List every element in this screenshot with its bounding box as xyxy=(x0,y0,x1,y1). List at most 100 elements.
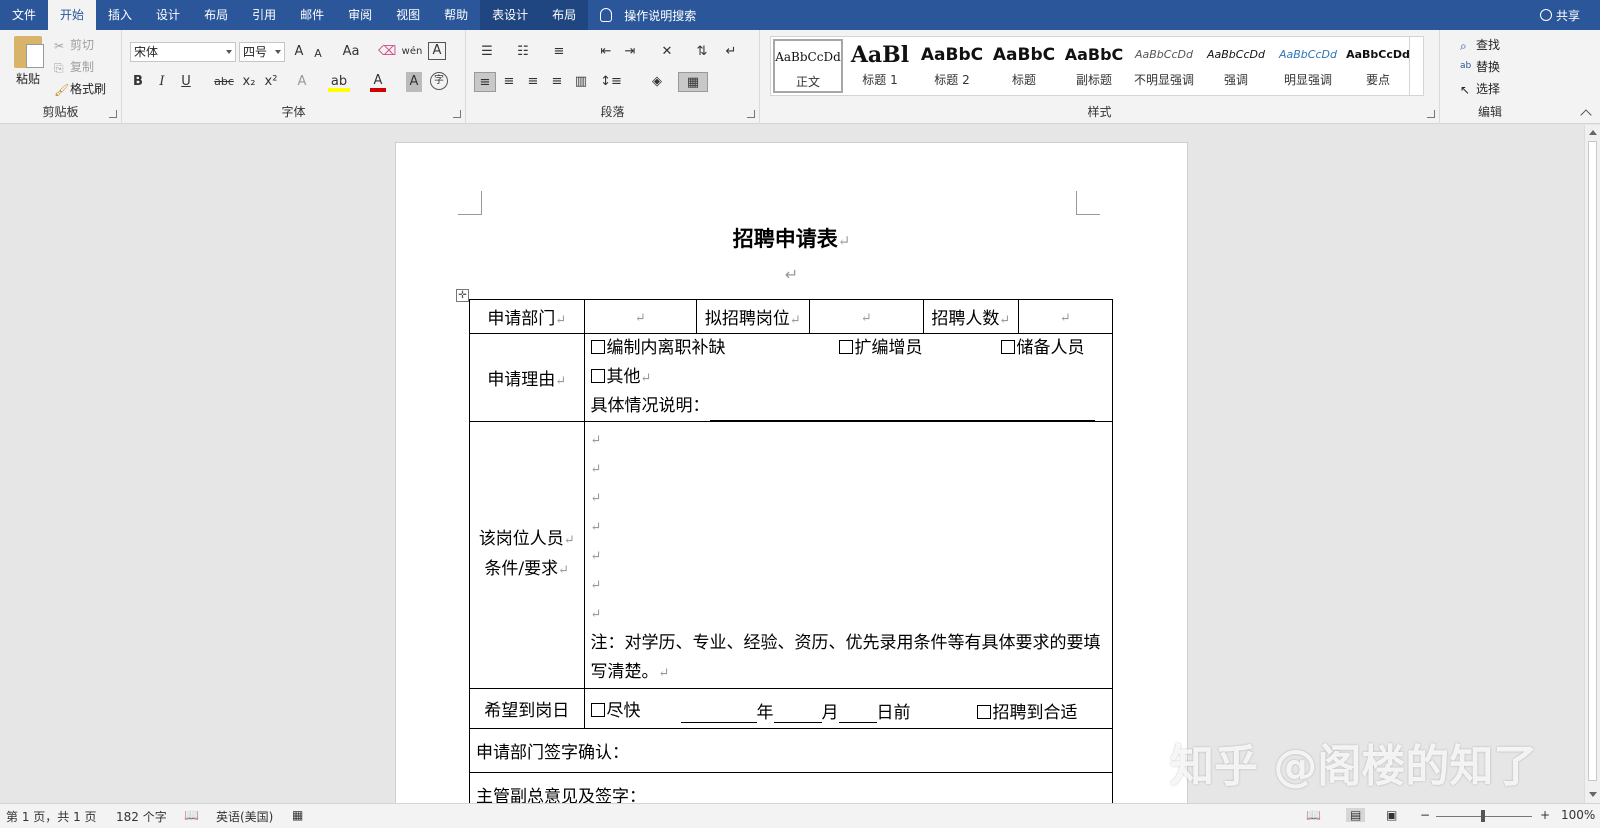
clear-format-icon[interactable]: ⌫ xyxy=(378,42,396,62)
zoom-in-icon[interactable]: + xyxy=(1540,808,1550,822)
justify-icon[interactable]: ≡ xyxy=(546,72,568,92)
borders-icon[interactable]: ▦ xyxy=(678,72,708,92)
scroll-down-icon[interactable] xyxy=(1589,792,1597,797)
font-name-select[interactable]: 宋体 xyxy=(130,42,236,62)
share-button[interactable]: 共享 xyxy=(1539,0,1580,30)
tab-view[interactable]: 视图 xyxy=(384,0,432,30)
dialog-launcher-icon[interactable] xyxy=(1427,110,1435,118)
table-cell[interactable]: 招聘人数↵ xyxy=(923,299,1019,334)
checkbox-icon[interactable] xyxy=(590,369,605,383)
table-cell[interactable]: 希望到岗日 xyxy=(469,688,585,729)
document-area[interactable]: 招聘申请表↵ ↵ ✛ 申请部门↵ ↵ 拟招聘岗位↵ ↵ 招聘人数↵ ↵ 申请理由… xyxy=(0,125,1584,803)
line-spacing-icon[interactable]: ↕≡ xyxy=(596,72,626,92)
position-input-cell[interactable]: ↵ xyxy=(808,299,925,334)
dialog-launcher-icon[interactable] xyxy=(453,110,461,118)
replace-button[interactable]: ab 替换 xyxy=(1460,58,1500,75)
find-button[interactable]: ⌕ 查找 xyxy=(1460,36,1500,53)
day-blank[interactable] xyxy=(838,705,877,723)
tab-insert[interactable]: 插入 xyxy=(96,0,144,30)
checkbox-icon[interactable] xyxy=(838,340,853,354)
table-move-handle-icon[interactable]: ✛ xyxy=(456,289,469,302)
bullets-icon[interactable]: ☰ xyxy=(476,42,498,62)
paste-button[interactable]: 粘贴 xyxy=(8,36,48,87)
align-right-icon[interactable]: ≡ xyxy=(522,72,544,92)
checkbox-icon[interactable] xyxy=(590,703,605,717)
reason-content-cell[interactable]: 编制内离职补缺 扩编增员 储备人员 其他↵ 具体情况说明： xyxy=(583,333,1114,422)
show-marks-icon[interactable]: ↵ xyxy=(722,42,740,62)
font-color-icon[interactable]: A xyxy=(370,72,386,92)
bold-button[interactable]: B xyxy=(130,72,146,92)
style-normal[interactable]: AaBbCcDd 正文 xyxy=(773,39,843,93)
grow-font-button[interactable]: A xyxy=(290,42,308,62)
style-heading-2[interactable]: AaBbC 标题 2 xyxy=(917,39,987,93)
dialog-launcher-icon[interactable] xyxy=(109,110,117,118)
increase-indent-icon[interactable]: ⇥ xyxy=(620,42,640,62)
cut-button[interactable]: ✂ 剪切 xyxy=(54,36,94,53)
tab-layout[interactable]: 布局 xyxy=(192,0,240,30)
macro-icon[interactable]: ▦ xyxy=(292,808,303,822)
tab-home[interactable]: 开始 xyxy=(48,0,97,30)
copy-button[interactable]: ⎘ 复制 xyxy=(54,58,94,75)
select-button[interactable]: ↖ 选择 xyxy=(1460,80,1500,97)
sort-icon[interactable]: ⇅ xyxy=(692,42,712,62)
enclose-char-button[interactable]: 字 xyxy=(430,72,448,90)
style-gallery-scroll[interactable] xyxy=(1409,37,1423,95)
change-case-button[interactable]: Aa xyxy=(336,42,366,62)
proofing-icon[interactable]: 📖 xyxy=(184,808,199,822)
distributed-icon[interactable]: ▥ xyxy=(570,72,592,92)
align-center-icon[interactable]: ≡ xyxy=(498,72,520,92)
tab-file[interactable]: 文件 xyxy=(0,0,48,30)
count-input-cell[interactable]: ↵ xyxy=(1017,299,1114,334)
tab-help[interactable]: 帮助 xyxy=(432,0,480,30)
requirements-content-cell[interactable]: ↵ ↵ ↵ ↵ ↵ ↵ ↵ 注：对学历、专业、经验、资历、优先录用条件等有具体要求的要填写清… xyxy=(583,421,1114,689)
format-painter-button[interactable]: 🖌 格式刷 xyxy=(54,80,106,97)
language-indicator[interactable]: 英语(美国) xyxy=(216,808,273,825)
tab-review[interactable]: 审阅 xyxy=(336,0,384,30)
char-border-button[interactable]: A xyxy=(428,42,446,60)
style-subtle-emphasis[interactable]: AaBbCcDd 不明显强调 xyxy=(1129,39,1199,93)
style-title[interactable]: AaBbC 标题 xyxy=(989,39,1059,93)
word-count[interactable]: 182 个字 xyxy=(116,808,167,825)
vertical-scrollbar[interactable] xyxy=(1584,125,1600,803)
shrink-font-button[interactable]: A xyxy=(310,44,326,64)
subscript-button[interactable]: x₂ xyxy=(240,72,258,92)
strikethrough-button[interactable]: abc xyxy=(212,72,236,92)
table-cell[interactable]: 拟招聘岗位↵ xyxy=(696,299,810,334)
year-blank[interactable] xyxy=(680,705,757,723)
print-layout-icon[interactable]: ▤ xyxy=(1346,808,1366,822)
underline-button[interactable]: U xyxy=(178,72,194,92)
tab-references[interactable]: 引用 xyxy=(240,0,288,30)
zoom-slider-thumb[interactable] xyxy=(1481,810,1485,822)
decrease-indent-icon[interactable]: ⇤ xyxy=(596,42,616,62)
checkbox-icon[interactable] xyxy=(1000,340,1015,354)
shading-icon[interactable]: ◈ xyxy=(642,72,672,92)
tab-table-layout[interactable]: 布局 xyxy=(540,0,589,30)
dept-sign-cell[interactable]: 申请部门签字确认： xyxy=(469,728,1113,773)
page[interactable]: 招聘申请表↵ ↵ ✛ 申请部门↵ ↵ 拟招聘岗位↵ ↵ 招聘人数↵ ↵ 申请理由… xyxy=(395,142,1188,803)
chinese-layout-icon[interactable]: ✕ xyxy=(656,42,678,62)
style-strong[interactable]: AaBbCcDd 要点 xyxy=(1343,39,1413,93)
numbering-icon[interactable]: ☷ xyxy=(512,42,534,62)
checkbox-icon[interactable] xyxy=(976,705,991,719)
multilevel-list-icon[interactable]: ≡ xyxy=(548,42,570,62)
checkbox-icon[interactable] xyxy=(590,340,605,354)
supervisor-sign-cell[interactable]: 主管副总意见及签字： xyxy=(469,772,1113,803)
highlight-icon[interactable]: ab xyxy=(328,72,350,92)
zoom-out-icon[interactable]: − xyxy=(1420,808,1430,822)
dept-input-cell[interactable]: ↵ xyxy=(583,299,698,334)
recruitment-table[interactable]: 申请部门↵ ↵ 拟招聘岗位↵ ↵ 招聘人数↵ ↵ 申请理由↵ 编制内离职补缺 扩… xyxy=(469,299,1114,803)
tab-mailings[interactable]: 邮件 xyxy=(288,0,336,30)
phonetic-guide-button[interactable]: wén xyxy=(400,42,424,62)
tab-design[interactable]: 设计 xyxy=(144,0,192,30)
document-title[interactable]: 招聘申请表↵ xyxy=(396,223,1187,253)
style-heading-1[interactable]: AaBl 标题 1 xyxy=(845,39,915,93)
scrollbar-thumb[interactable] xyxy=(1588,141,1597,781)
style-intense-emphasis[interactable]: AaBbCcDd 明显强调 xyxy=(1273,39,1343,93)
collapse-ribbon-icon[interactable] xyxy=(1580,109,1592,121)
page-count[interactable]: 第 1 页，共 1 页 xyxy=(6,808,97,825)
scroll-up-icon[interactable] xyxy=(1589,130,1597,135)
font-size-select[interactable]: 四号 xyxy=(239,42,285,62)
tell-me-search[interactable]: 操作说明搜索 xyxy=(600,0,696,30)
reason-detail-underline[interactable] xyxy=(709,403,1095,421)
char-shading-button[interactable]: A xyxy=(406,72,422,92)
